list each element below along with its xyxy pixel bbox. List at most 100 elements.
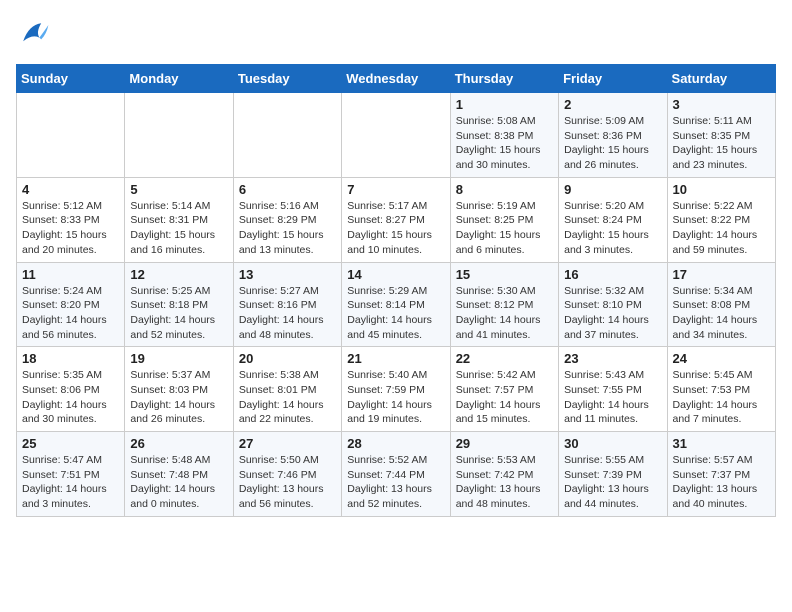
- calendar-day-cell: 3 Sunrise: 5:11 AM Sunset: 8:35 PM Daylig…: [667, 93, 775, 178]
- day-info: Sunrise: 5:50 AM Sunset: 7:46 PM Dayligh…: [239, 453, 336, 512]
- day-info: Sunrise: 5:27 AM Sunset: 8:16 PM Dayligh…: [239, 284, 336, 343]
- day-number: 27: [239, 436, 336, 451]
- day-info: Sunrise: 5:40 AM Sunset: 7:59 PM Dayligh…: [347, 368, 444, 427]
- calendar-day-cell: 15 Sunrise: 5:30 AM Sunset: 8:12 PM Dayli…: [450, 262, 558, 347]
- day-number: 26: [130, 436, 227, 451]
- day-info: Sunrise: 5:24 AM Sunset: 8:20 PM Dayligh…: [22, 284, 119, 343]
- calendar-day-cell: [233, 93, 341, 178]
- calendar-table: SundayMondayTuesdayWednesdayThursdayFrid…: [16, 64, 776, 517]
- calendar-day-cell: 11Sunrise: 5:24 AM Sunset: 8:20 PM Dayli…: [17, 262, 125, 347]
- day-info: Sunrise: 5:09 AM Sunset: 8:36 PM Dayligh…: [564, 114, 661, 173]
- calendar-day-cell: [17, 93, 125, 178]
- day-info: Sunrise: 5:22 AM Sunset: 8:22 PM Dayligh…: [673, 199, 770, 258]
- day-info: Sunrise: 5:53 AM Sunset: 7:42 PM Dayligh…: [456, 453, 553, 512]
- day-number: 28: [347, 436, 444, 451]
- day-info: Sunrise: 5:52 AM Sunset: 7:44 PM Dayligh…: [347, 453, 444, 512]
- day-info: Sunrise: 5:20 AM Sunset: 8:24 PM Dayligh…: [564, 199, 661, 258]
- day-info: Sunrise: 5:30 AM Sunset: 8:12 PM Dayligh…: [456, 284, 553, 343]
- day-info: Sunrise: 5:16 AM Sunset: 8:29 PM Dayligh…: [239, 199, 336, 258]
- day-number: 25: [22, 436, 119, 451]
- day-number: 10: [673, 182, 770, 197]
- logo: [16, 16, 58, 52]
- weekday-header-cell: Saturday: [667, 65, 775, 93]
- calendar-day-cell: 20 Sunrise: 5:38 AM Sunset: 8:01 PM Dayli…: [233, 347, 341, 432]
- day-info: Sunrise: 5:14 AM Sunset: 8:31 PM Dayligh…: [130, 199, 227, 258]
- calendar-body: 1 Sunrise: 5:08 AM Sunset: 8:38 PM Daylig…: [17, 93, 776, 517]
- calendar-day-cell: 21 Sunrise: 5:40 AM Sunset: 7:59 PM Dayli…: [342, 347, 450, 432]
- day-number: 17: [673, 267, 770, 282]
- day-number: 12: [130, 267, 227, 282]
- calendar-day-cell: 17 Sunrise: 5:34 AM Sunset: 8:08 PM Dayli…: [667, 262, 775, 347]
- calendar-week-row: 11Sunrise: 5:24 AM Sunset: 8:20 PM Dayli…: [17, 262, 776, 347]
- calendar-day-cell: 29 Sunrise: 5:53 AM Sunset: 7:42 PM Dayli…: [450, 432, 558, 517]
- day-number: 16: [564, 267, 661, 282]
- day-number: 20: [239, 351, 336, 366]
- calendar-day-cell: 25 Sunrise: 5:47 AM Sunset: 7:51 PM Dayli…: [17, 432, 125, 517]
- day-number: 6: [239, 182, 336, 197]
- day-number: 4: [22, 182, 119, 197]
- day-number: 30: [564, 436, 661, 451]
- calendar-day-cell: 4 Sunrise: 5:12 AM Sunset: 8:33 PM Daylig…: [17, 177, 125, 262]
- day-number: 1: [456, 97, 553, 112]
- calendar-day-cell: 18Sunrise: 5:35 AM Sunset: 8:06 PM Dayli…: [17, 347, 125, 432]
- day-number: 22: [456, 351, 553, 366]
- day-number: 29: [456, 436, 553, 451]
- calendar-day-cell: 22 Sunrise: 5:42 AM Sunset: 7:57 PM Dayli…: [450, 347, 558, 432]
- day-number: 15: [456, 267, 553, 282]
- day-number: 21: [347, 351, 444, 366]
- calendar-day-cell: 14 Sunrise: 5:29 AM Sunset: 8:14 PM Dayli…: [342, 262, 450, 347]
- day-number: 14: [347, 267, 444, 282]
- day-info: Sunrise: 5:11 AM Sunset: 8:35 PM Dayligh…: [673, 114, 770, 173]
- calendar-header: SundayMondayTuesdayWednesdayThursdayFrid…: [17, 65, 776, 93]
- calendar-day-cell: [342, 93, 450, 178]
- calendar-day-cell: 6 Sunrise: 5:16 AM Sunset: 8:29 PM Daylig…: [233, 177, 341, 262]
- day-info: Sunrise: 5:25 AM Sunset: 8:18 PM Dayligh…: [130, 284, 227, 343]
- calendar-day-cell: 23Sunrise: 5:43 AM Sunset: 7:55 PM Dayli…: [559, 347, 667, 432]
- day-info: Sunrise: 5:19 AM Sunset: 8:25 PM Dayligh…: [456, 199, 553, 258]
- day-number: 8: [456, 182, 553, 197]
- calendar-day-cell: 28 Sunrise: 5:52 AM Sunset: 7:44 PM Dayli…: [342, 432, 450, 517]
- calendar-day-cell: 26 Sunrise: 5:48 AM Sunset: 7:48 PM Dayli…: [125, 432, 233, 517]
- header: [16, 16, 776, 52]
- day-number: 24: [673, 351, 770, 366]
- weekday-header-cell: Sunday: [17, 65, 125, 93]
- day-number: 9: [564, 182, 661, 197]
- day-number: 18: [22, 351, 119, 366]
- day-info: Sunrise: 5:45 AM Sunset: 7:53 PM Dayligh…: [673, 368, 770, 427]
- calendar-day-cell: 24 Sunrise: 5:45 AM Sunset: 7:53 PM Dayli…: [667, 347, 775, 432]
- day-number: 31: [673, 436, 770, 451]
- calendar-day-cell: 1 Sunrise: 5:08 AM Sunset: 8:38 PM Daylig…: [450, 93, 558, 178]
- day-info: Sunrise: 5:38 AM Sunset: 8:01 PM Dayligh…: [239, 368, 336, 427]
- day-info: Sunrise: 5:34 AM Sunset: 8:08 PM Dayligh…: [673, 284, 770, 343]
- calendar-day-cell: 16 Sunrise: 5:32 AM Sunset: 8:10 PM Dayli…: [559, 262, 667, 347]
- calendar-day-cell: 8 Sunrise: 5:19 AM Sunset: 8:25 PM Daylig…: [450, 177, 558, 262]
- day-info: Sunrise: 5:29 AM Sunset: 8:14 PM Dayligh…: [347, 284, 444, 343]
- day-number: 19: [130, 351, 227, 366]
- day-info: Sunrise: 5:12 AM Sunset: 8:33 PM Dayligh…: [22, 199, 119, 258]
- day-info: Sunrise: 5:57 AM Sunset: 7:37 PM Dayligh…: [673, 453, 770, 512]
- day-info: Sunrise: 5:47 AM Sunset: 7:51 PM Dayligh…: [22, 453, 119, 512]
- weekday-header-cell: Monday: [125, 65, 233, 93]
- day-info: Sunrise: 5:08 AM Sunset: 8:38 PM Dayligh…: [456, 114, 553, 173]
- weekday-header-cell: Friday: [559, 65, 667, 93]
- day-info: Sunrise: 5:48 AM Sunset: 7:48 PM Dayligh…: [130, 453, 227, 512]
- calendar-day-cell: 19Sunrise: 5:37 AM Sunset: 8:03 PM Dayli…: [125, 347, 233, 432]
- logo-icon: [16, 16, 52, 52]
- day-number: 5: [130, 182, 227, 197]
- day-info: Sunrise: 5:55 AM Sunset: 7:39 PM Dayligh…: [564, 453, 661, 512]
- calendar-day-cell: 12 Sunrise: 5:25 AM Sunset: 8:18 PM Dayli…: [125, 262, 233, 347]
- calendar-day-cell: 31 Sunrise: 5:57 AM Sunset: 7:37 PM Dayli…: [667, 432, 775, 517]
- calendar-day-cell: [125, 93, 233, 178]
- weekday-header-cell: Wednesday: [342, 65, 450, 93]
- calendar-day-cell: 2 Sunrise: 5:09 AM Sunset: 8:36 PM Daylig…: [559, 93, 667, 178]
- day-number: 13: [239, 267, 336, 282]
- day-info: Sunrise: 5:43 AM Sunset: 7:55 PM Dayligh…: [564, 368, 661, 427]
- day-info: Sunrise: 5:42 AM Sunset: 7:57 PM Dayligh…: [456, 368, 553, 427]
- day-info: Sunrise: 5:32 AM Sunset: 8:10 PM Dayligh…: [564, 284, 661, 343]
- calendar-week-row: 18Sunrise: 5:35 AM Sunset: 8:06 PM Dayli…: [17, 347, 776, 432]
- day-number: 3: [673, 97, 770, 112]
- calendar-week-row: 1 Sunrise: 5:08 AM Sunset: 8:38 PM Daylig…: [17, 93, 776, 178]
- weekday-header-cell: Thursday: [450, 65, 558, 93]
- weekday-header-row: SundayMondayTuesdayWednesdayThursdayFrid…: [17, 65, 776, 93]
- day-number: 2: [564, 97, 661, 112]
